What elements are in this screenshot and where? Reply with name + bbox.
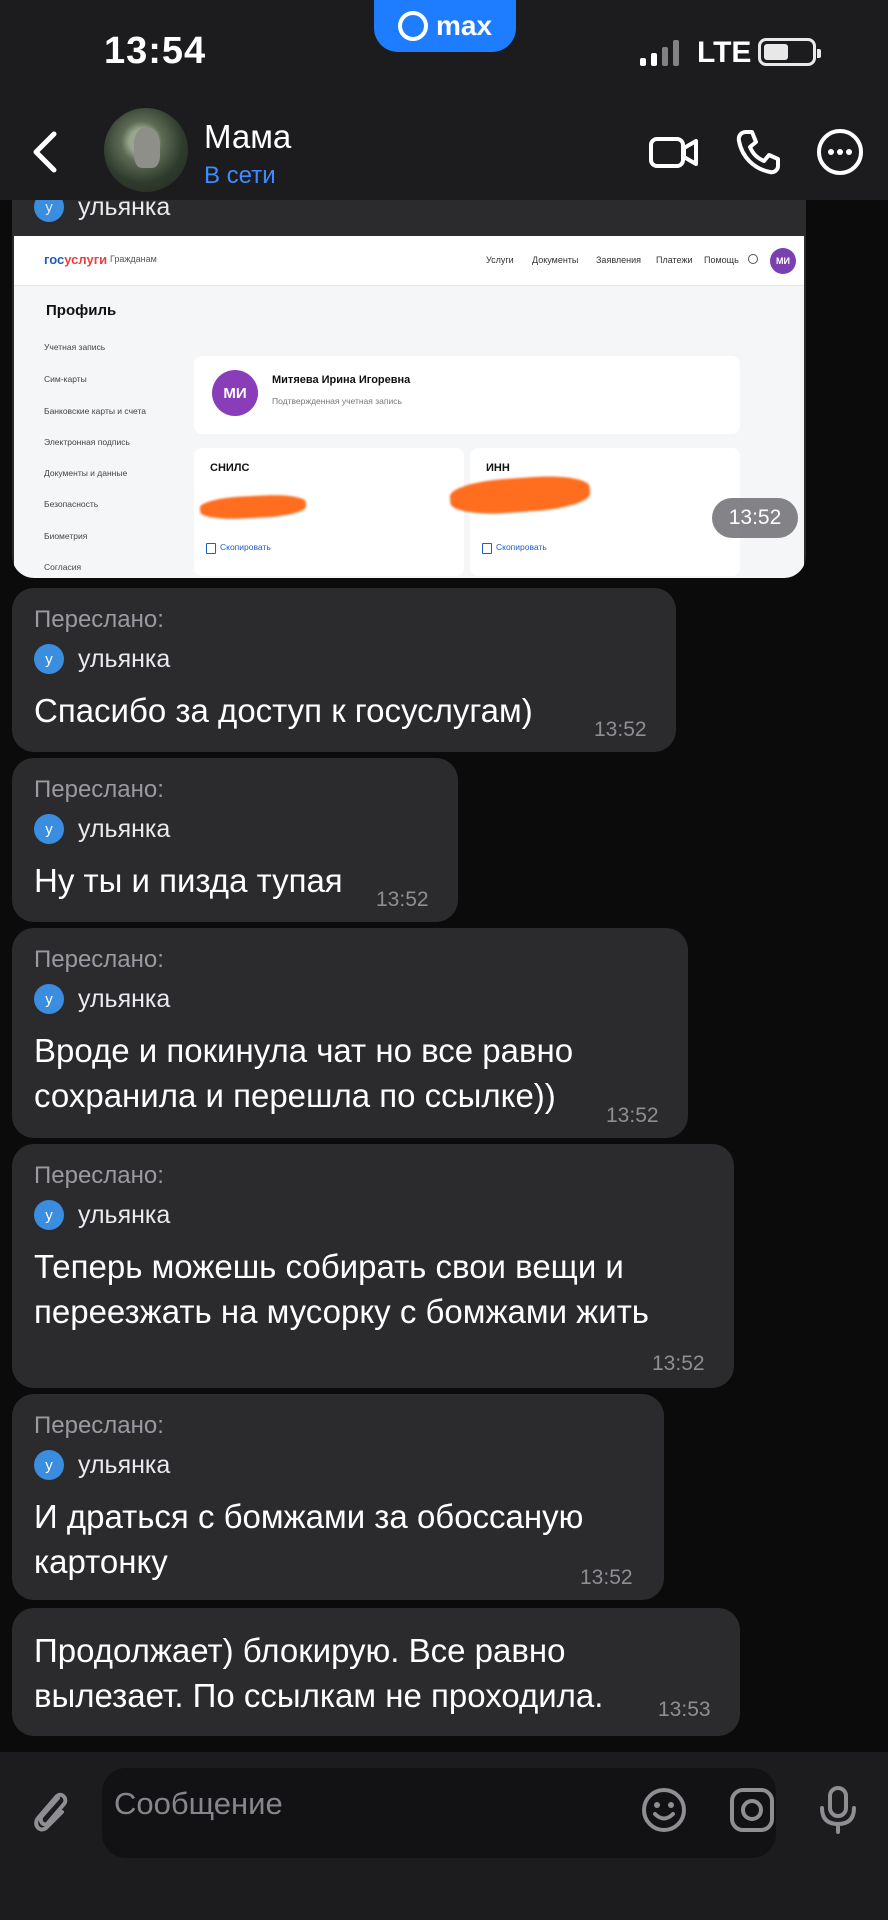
sender-avatar: у — [34, 814, 64, 844]
forwarded-label: Переслано: — [34, 946, 164, 973]
sender-name: ульянка — [78, 984, 171, 1013]
profile-title: Профиль — [46, 302, 117, 319]
message-sender: у ульянка — [34, 1450, 170, 1480]
profile-card: МИ Митяева Ирина Игоревна Подтвержденная… — [194, 356, 740, 434]
message-text: Вроде и покинула чат но все равно сохран… — [34, 1032, 574, 1114]
sender-avatar: у — [34, 644, 64, 674]
sender-avatar: у — [34, 1200, 64, 1230]
profile-avatar: МИ — [212, 370, 258, 416]
message-sender: у ульянка — [34, 644, 170, 674]
signal-icon — [640, 38, 679, 66]
max-app-label: max — [435, 10, 493, 41]
message-time: 13:52 — [376, 888, 429, 911]
sidebar-item: Банковские карты и счета — [44, 406, 146, 416]
user-avatar: МИ — [770, 248, 796, 274]
sender-avatar: у — [34, 1450, 64, 1480]
message-sender: у ульянка — [34, 984, 170, 1014]
message-text: Ну ты и пизда тупая — [34, 862, 343, 899]
max-app-pill[interactable]: max — [374, 0, 516, 52]
snils-card: СНИЛС Скопировать — [194, 448, 464, 576]
sender-name: ульянка — [78, 200, 171, 221]
copy-link: Скопировать — [482, 542, 547, 554]
message-time: 13:52 — [594, 718, 647, 741]
sender-name: ульянка — [78, 1200, 171, 1229]
sidebar-item: Согласия — [44, 562, 82, 572]
sidebar-item: Электронная подпись — [44, 437, 130, 447]
message-bubble[interactable]: Переслано: у ульянка Спасибо за доступ к… — [12, 588, 676, 752]
message-time: 13:52 — [606, 1104, 659, 1127]
battery-icon — [758, 38, 821, 66]
account-status: Подтвержденная учетная запись — [272, 396, 402, 406]
nav-item: Заявления — [596, 255, 642, 265]
gosuslugi-logo: госуслуги — [44, 252, 108, 267]
contact-avatar[interactable] — [104, 108, 188, 192]
redaction-mark — [199, 493, 307, 521]
message-text: Продолжает) блокирую. Все равно вылезает… — [34, 1632, 604, 1714]
more-icon[interactable] — [814, 126, 866, 178]
sender-name: ульянка — [78, 644, 171, 673]
message-sender: у ульянка — [34, 814, 170, 844]
message-bubble[interactable]: Продолжает) блокирую. Все равно вылезает… — [12, 1608, 740, 1736]
emoji-icon[interactable] — [636, 1782, 692, 1838]
message-time: 13:52 — [580, 1566, 633, 1589]
phone-icon[interactable] — [732, 126, 784, 178]
gosuslugi-header: госуслуги Гражданам Услуги Документы Зая… — [14, 236, 804, 286]
status-bar: 13:54 max LTE — [0, 0, 888, 104]
sender-avatar: у — [34, 200, 64, 222]
message-text: Спасибо за доступ к госуслугам) — [34, 692, 533, 729]
forwarded-label: Переслано: — [34, 776, 164, 803]
profile-full-name: Митяева Ирина Игоревна — [272, 374, 411, 386]
microphone-icon[interactable] — [810, 1782, 866, 1838]
snils-label: СНИЛС — [210, 462, 250, 474]
message-sender: у ульянка — [34, 1200, 170, 1230]
video-call-icon[interactable] — [648, 126, 700, 178]
nav-item: Документы — [532, 255, 579, 265]
sidebar-item: Документы и данные — [44, 468, 128, 478]
back-arrow-icon[interactable] — [26, 126, 66, 178]
message-text: Теперь можешь собирать свои вещи и перее… — [34, 1248, 649, 1330]
contact-name[interactable]: Мама — [204, 118, 291, 156]
inn-card: ИНН Скопировать — [448, 448, 740, 576]
sender-avatar: у — [34, 984, 64, 1014]
message-bubble[interactable]: Переслано: у ульянка Теперь можешь собир… — [12, 1144, 734, 1388]
message-time: 13:52 — [712, 498, 798, 538]
audience-label: Гражданам — [110, 254, 157, 264]
forwarded-label: Переслано: — [34, 1412, 164, 1439]
message-text: И драться с бомжами за обоссаную картонк… — [34, 1498, 584, 1580]
contact-status: В сети — [204, 162, 276, 189]
inn-label: ИНН — [486, 462, 510, 474]
sidebar-item: Сим-карты — [44, 374, 87, 384]
network-label: LTE — [697, 36, 752, 69]
message-input-placeholder: Сообщение — [114, 1786, 283, 1821]
sidebar-item: Биометрия — [44, 531, 88, 541]
copy-link: Скопировать — [206, 542, 271, 554]
sidebar-item: Безопасность — [44, 499, 99, 509]
nav-item: Платежи — [656, 255, 693, 265]
forwarded-label: Переслано: — [34, 606, 164, 633]
forwarded-label: Переслано: — [34, 1162, 164, 1189]
gosuslugi-screenshot: госуслуги Гражданам Услуги Документы Зая… — [14, 236, 804, 578]
search-icon — [748, 254, 758, 264]
message-sender: у ульянка — [34, 200, 170, 222]
paperclip-icon[interactable] — [22, 1782, 78, 1838]
status-time: 13:54 — [104, 30, 207, 72]
sidebar-item: Учетная запись — [44, 342, 106, 352]
camera-icon[interactable] — [724, 1782, 780, 1838]
message-bubble[interactable]: Переслано: у ульянка Ну ты и пизда тупая… — [12, 758, 458, 922]
redaction-mark — [448, 473, 592, 517]
nav-item: Услуги — [486, 255, 514, 265]
message-time: 13:52 — [652, 1352, 705, 1375]
image-message[interactable]: у ульянка госуслуги Гражданам Услуги Док… — [12, 200, 806, 578]
nav-item: Помощь — [704, 255, 739, 265]
message-bubble[interactable]: Переслано: у ульянка И драться с бомжами… — [12, 1394, 664, 1600]
chat-screen: 13:54 max LTE Мама В сети у ульянка госу… — [0, 0, 888, 1920]
message-composer: Сообщение — [0, 1752, 888, 1920]
message-bubble[interactable]: Переслано: у ульянка Вроде и покинула ча… — [12, 928, 688, 1138]
sender-name: ульянка — [78, 1450, 171, 1479]
sender-name: ульянка — [78, 814, 171, 843]
message-time: 13:53 — [658, 1698, 711, 1721]
chat-header: Мама В сети — [0, 104, 888, 200]
max-logo-icon — [397, 11, 428, 41]
